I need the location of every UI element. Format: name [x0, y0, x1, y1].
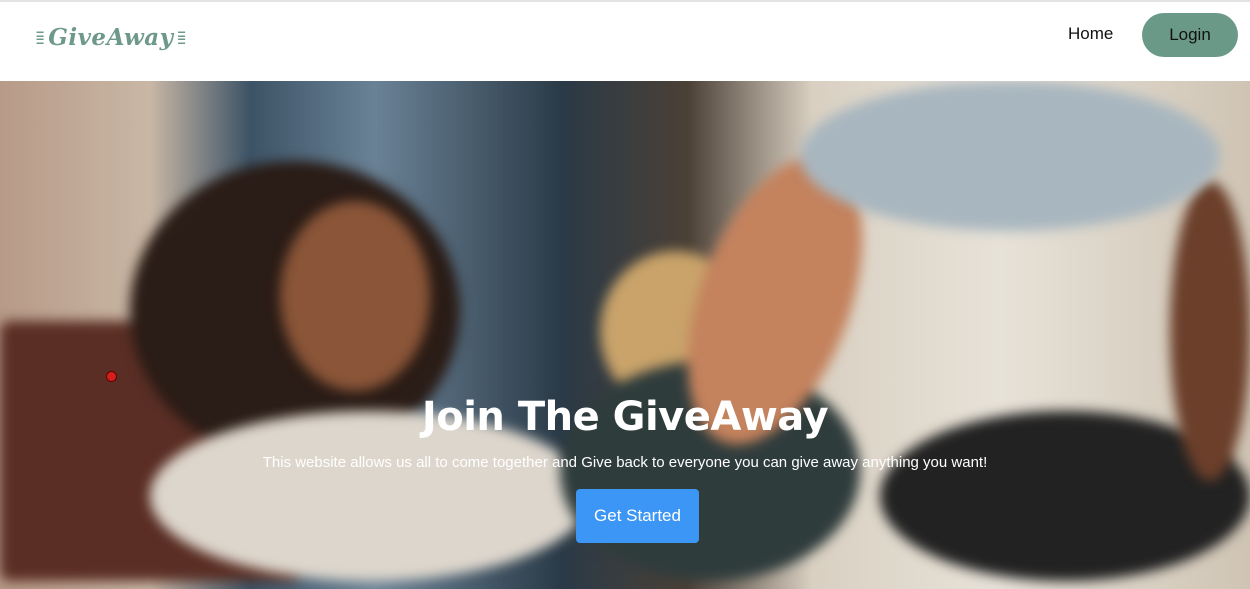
nav-link-home[interactable]: Home	[1068, 24, 1113, 44]
hero-subtitle: This website allows us all to come toget…	[262, 454, 988, 471]
navbar: = = GiveAway = = Home Login	[0, 0, 1250, 81]
logo[interactable]: = = GiveAway = =	[36, 24, 186, 51]
login-button[interactable]: Login	[1142, 13, 1238, 57]
hero-title: Join The GiveAway	[421, 394, 829, 440]
hero-section: Join The GiveAway This website allows us…	[0, 81, 1250, 589]
logo-left-mark-icon: = =	[36, 25, 45, 49]
logo-text: GiveAway	[48, 24, 174, 51]
get-started-button[interactable]: Get Started	[576, 489, 699, 543]
cursor-icon	[106, 371, 117, 382]
logo-right-mark-icon: = =	[177, 25, 186, 49]
